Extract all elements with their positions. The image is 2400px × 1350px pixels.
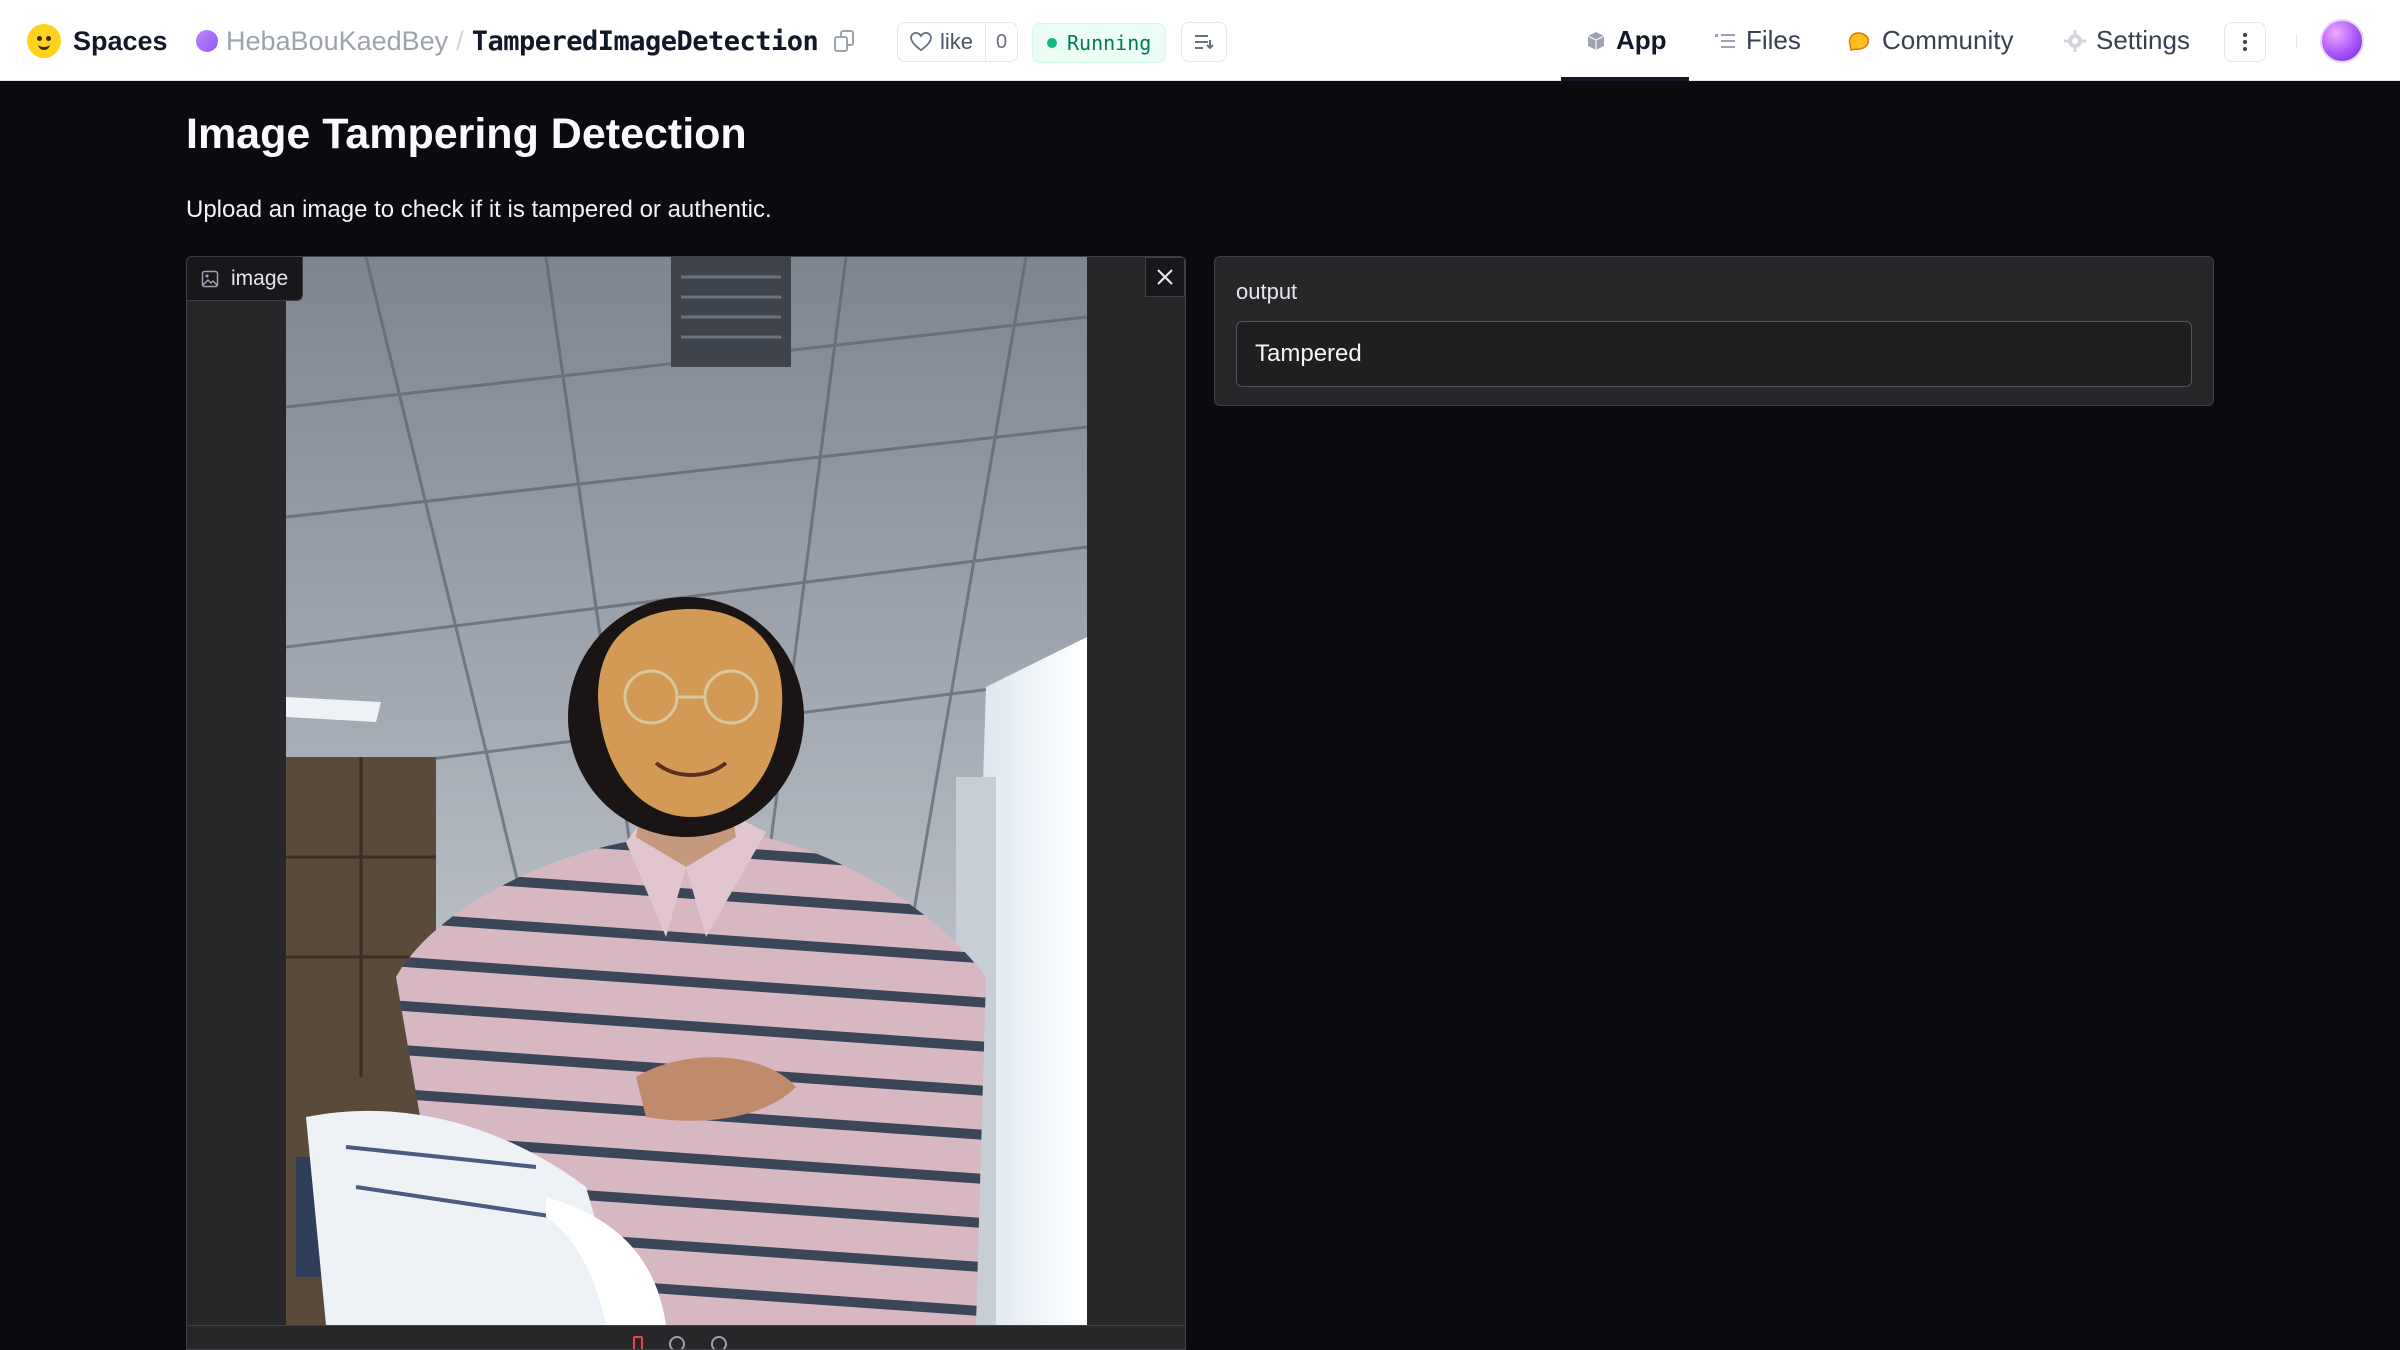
logs-icon <box>1195 35 1214 50</box>
community-icon <box>1848 31 1870 51</box>
cube-icon <box>1587 31 1605 50</box>
more-options-button[interactable] <box>2224 22 2266 62</box>
status-dot-icon <box>1047 38 1057 48</box>
repo-name-link[interactable]: TamperedImageDetection <box>472 26 819 57</box>
heart-icon <box>910 32 932 52</box>
owner-avatar <box>196 30 218 52</box>
page-description: Upload an image to check if it is tamper… <box>186 196 772 223</box>
more-dots-icon <box>2243 33 2247 37</box>
tab-app-label: App <box>1616 25 1667 55</box>
output-panel: output Tampered <box>1214 256 2214 406</box>
brand-label: Spaces <box>73 25 168 56</box>
tab-files[interactable]: Files <box>1714 0 1801 81</box>
copy-icon[interactable] <box>834 30 856 52</box>
user-avatar[interactable] <box>2320 19 2364 63</box>
clipboard-icon[interactable] <box>711 1336 727 1349</box>
annotate-icon[interactable] <box>633 1336 643 1349</box>
breadcrumb: HebaBouKaedBey / TamperedImageDetection <box>196 20 856 62</box>
page-title: Image Tampering Detection <box>186 110 747 158</box>
tab-community-label: Community <box>1882 25 2014 55</box>
active-tab-indicator <box>1561 77 1689 81</box>
tab-settings[interactable]: Settings <box>2064 0 2190 81</box>
image-label-text: image <box>231 266 289 290</box>
like-widget: like 0 <box>897 22 1019 62</box>
status-label: Running <box>1067 31 1152 55</box>
tab-app[interactable]: App <box>1586 0 1667 81</box>
image-toolbar <box>187 1325 1185 1349</box>
webcam-icon[interactable] <box>669 1336 685 1349</box>
header-divider <box>2296 34 2297 48</box>
status-badge[interactable]: Running <box>1032 23 1167 63</box>
like-count[interactable]: 0 <box>985 23 1017 61</box>
clear-image-button[interactable] <box>1145 257 1185 297</box>
image-icon <box>201 270 219 287</box>
tab-community[interactable]: Community <box>1846 0 2013 81</box>
logs-button[interactable] <box>1181 22 1227 62</box>
image-input-panel[interactable]: image <box>186 256 1186 1350</box>
like-label: like <box>940 29 974 54</box>
output-label: output <box>1236 279 1298 304</box>
image-input-label: image <box>187 257 304 301</box>
tab-files-label: Files <box>1746 25 1801 55</box>
close-icon <box>1157 269 1173 285</box>
gear-icon <box>2064 29 2086 52</box>
like-button[interactable]: like <box>898 23 985 61</box>
hugging-face-logo-icon <box>27 24 61 58</box>
files-icon <box>1715 33 1735 48</box>
output-textbox[interactable]: Tampered <box>1236 321 2192 387</box>
path-separator: / <box>456 25 464 56</box>
spaces-home-link[interactable]: Spaces <box>27 22 168 60</box>
owner-link[interactable]: HebaBouKaedBey <box>226 26 448 57</box>
top-nav-bar: Spaces HebaBouKaedBey / TamperedImageDet… <box>0 0 2400 81</box>
uploaded-image-preview <box>286 257 1087 1325</box>
tab-settings-label: Settings <box>2096 25 2190 55</box>
